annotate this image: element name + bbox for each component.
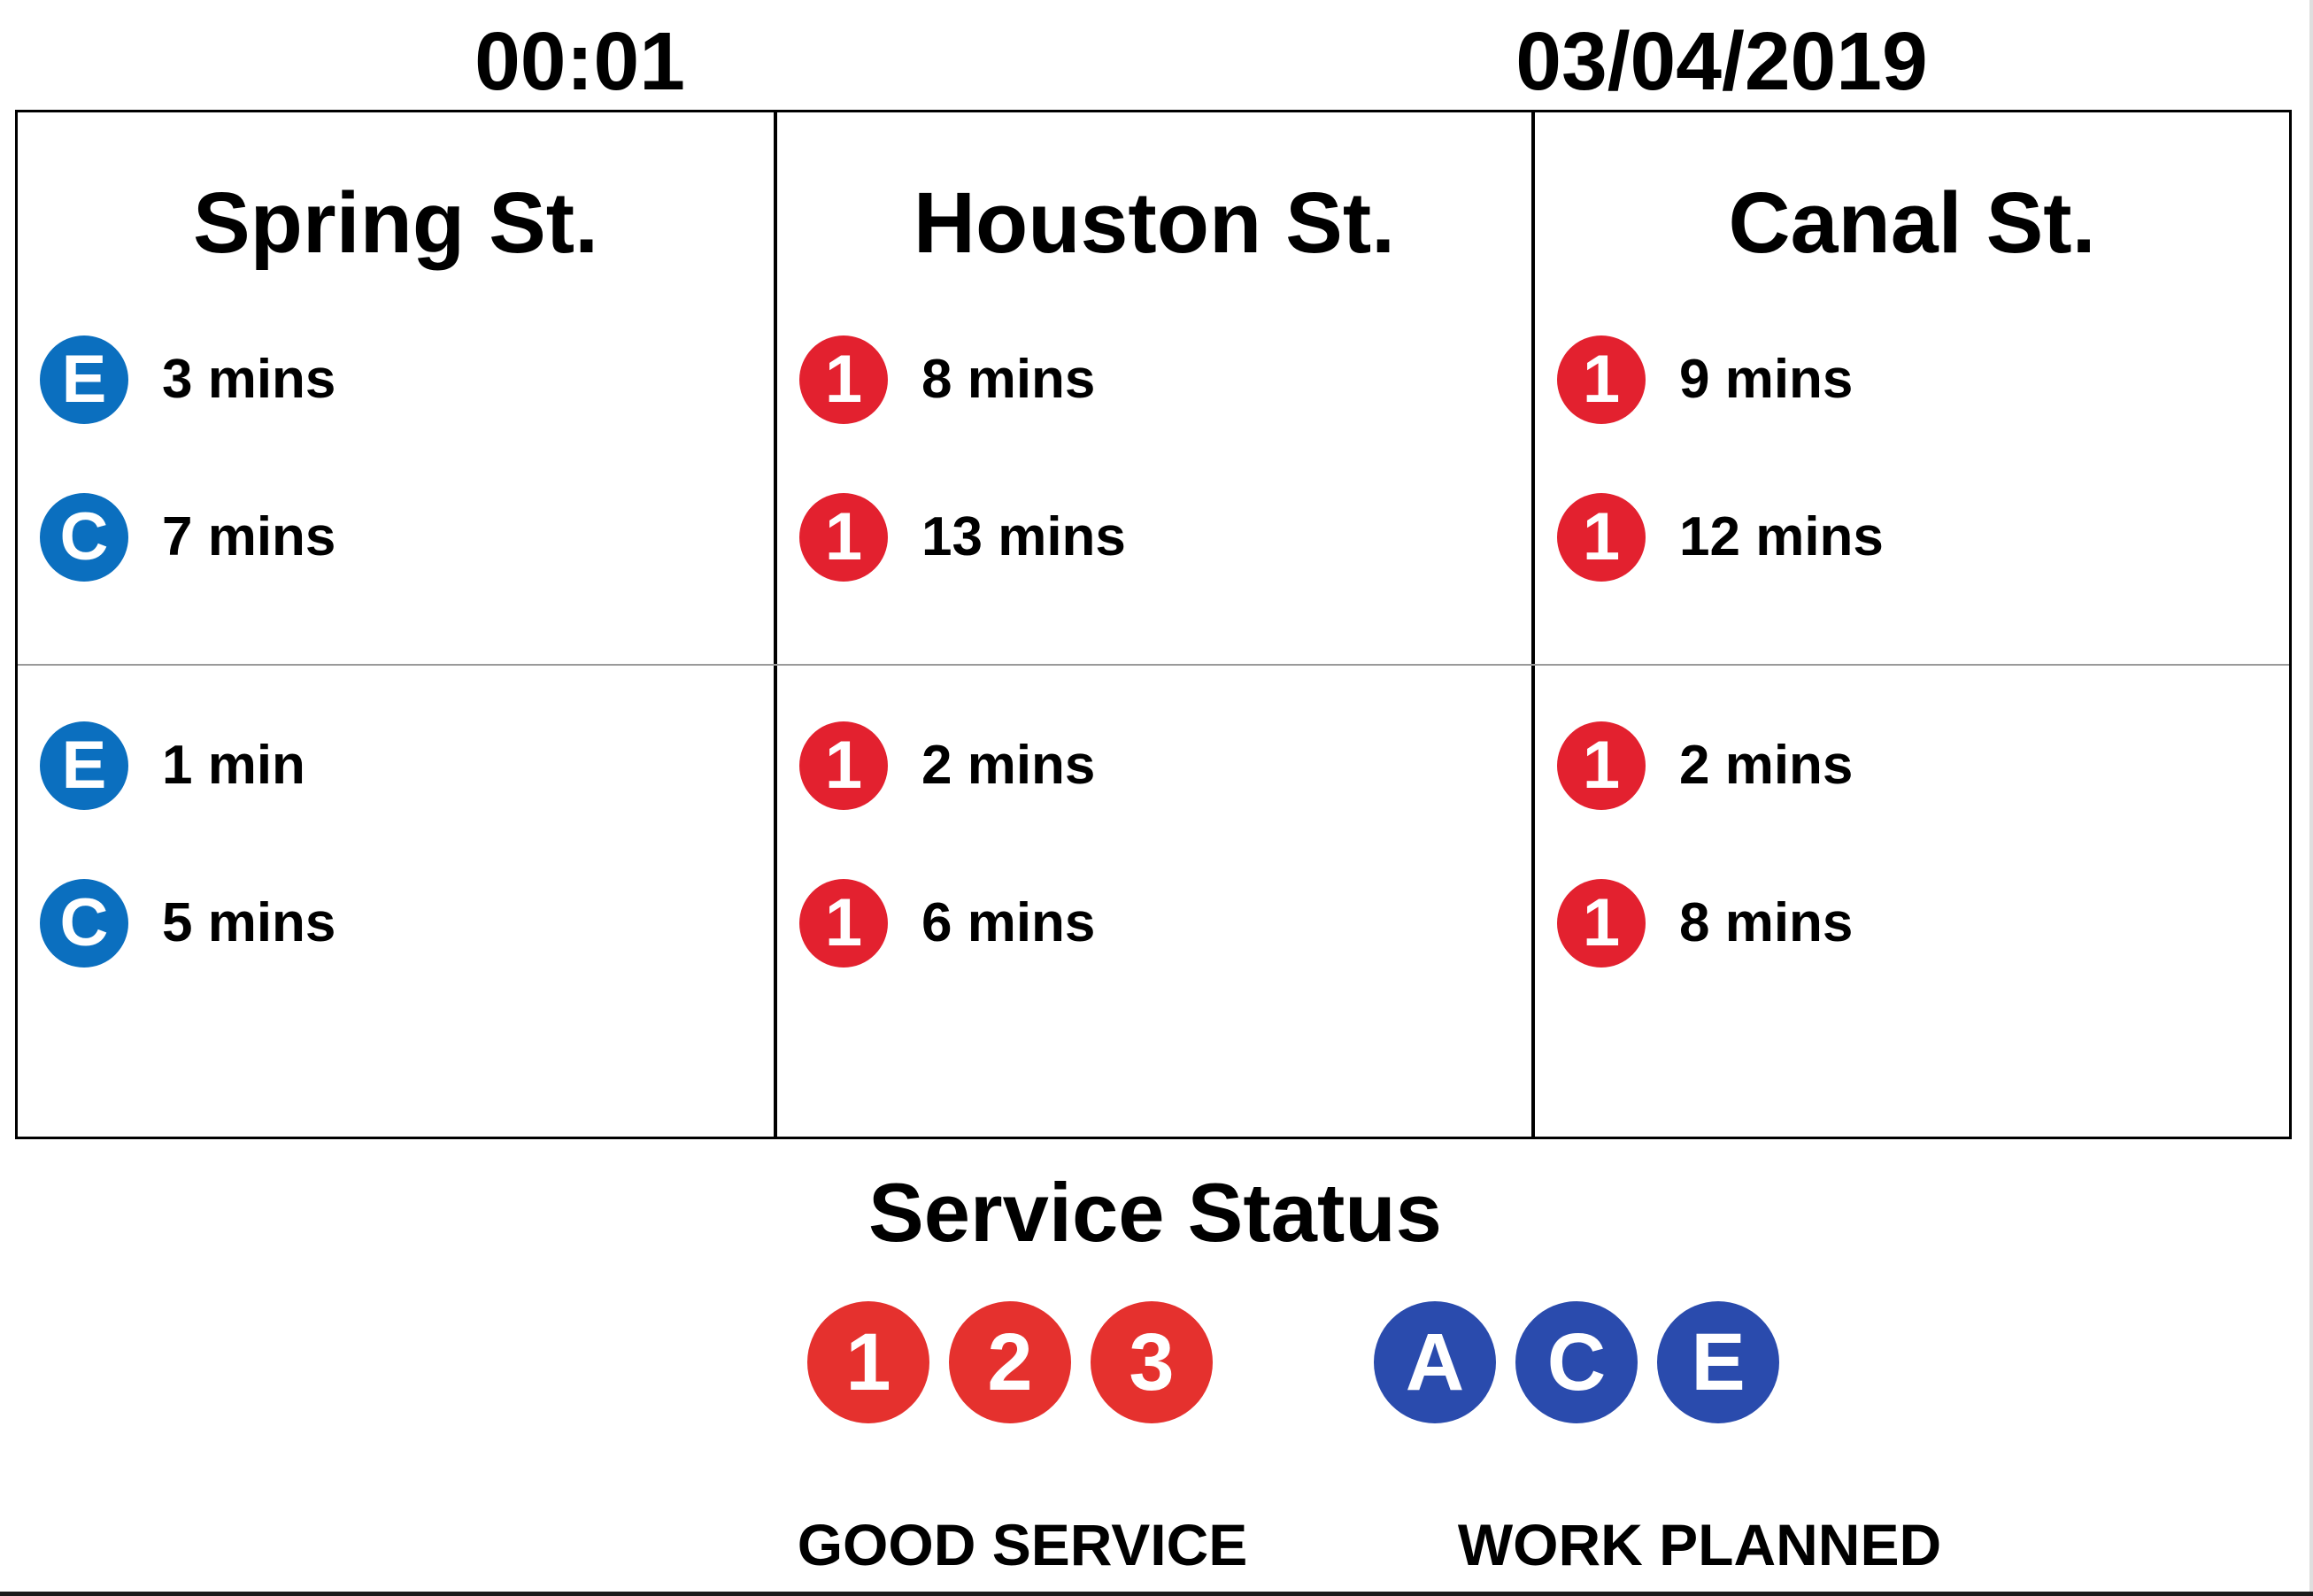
arrival-time: 2 mins bbox=[1679, 735, 1854, 796]
arrivals-board: Spring St. E 3 mins C 7 mins E 1 min C 5… bbox=[15, 110, 2292, 1139]
station-column-houston: Houston St. 1 8 mins 1 13 mins 1 2 mins … bbox=[777, 112, 1531, 1137]
1-train-bullet-icon: 1 bbox=[1557, 335, 1646, 424]
arrival-row: 1 8 mins bbox=[1557, 879, 1853, 968]
e-line-icon: E bbox=[1657, 1301, 1779, 1423]
arrival-time: 8 mins bbox=[921, 349, 1096, 410]
edge-rule bbox=[2309, 0, 2313, 1596]
3-line-icon: 3 bbox=[1091, 1301, 1213, 1423]
station-column-canal: Canal St. 1 9 mins 1 12 mins 1 2 mins 1 … bbox=[1535, 112, 2289, 1137]
status-group-ace: A C E bbox=[1374, 1301, 1799, 1425]
1-train-bullet-icon: 1 bbox=[799, 493, 888, 582]
1-train-bullet-icon: 1 bbox=[1557, 493, 1646, 582]
1-train-bullet-icon: 1 bbox=[799, 879, 888, 968]
station-name: Houston St. bbox=[913, 174, 1396, 271]
station-name: Spring St. bbox=[192, 174, 599, 271]
arrival-time: 5 mins bbox=[162, 892, 336, 953]
1-train-bullet-icon: 1 bbox=[1557, 879, 1646, 968]
status-label-123: GOOD SERVICE bbox=[797, 1512, 1248, 1577]
c-train-bullet-icon: C bbox=[40, 879, 128, 968]
e-train-bullet-icon: E bbox=[40, 721, 128, 810]
arrival-time: 3 mins bbox=[162, 349, 336, 410]
arrival-row: 1 12 mins bbox=[1557, 493, 1884, 582]
c-line-icon: C bbox=[1515, 1301, 1638, 1423]
service-status-title: Service Status bbox=[868, 1166, 1442, 1259]
status-group-123: 1 2 3 bbox=[807, 1301, 1232, 1425]
arrival-time: 2 mins bbox=[921, 735, 1096, 796]
arrival-row: C 5 mins bbox=[40, 879, 335, 968]
arrival-row: 1 9 mins bbox=[1557, 335, 1853, 424]
arrival-row: E 1 min bbox=[40, 721, 305, 810]
arrival-row: 1 2 mins bbox=[799, 721, 1095, 810]
station-column-spring: Spring St. E 3 mins C 7 mins E 1 min C 5… bbox=[18, 112, 774, 1137]
2-line-icon: 2 bbox=[949, 1301, 1071, 1423]
1-train-bullet-icon: 1 bbox=[1557, 721, 1646, 810]
arrival-time: 6 mins bbox=[921, 892, 1096, 953]
arrival-row: 1 2 mins bbox=[1557, 721, 1853, 810]
arrival-time: 8 mins bbox=[1679, 892, 1854, 953]
arrival-time: 7 mins bbox=[162, 506, 336, 567]
arrival-row: 1 13 mins bbox=[799, 493, 1126, 582]
arrival-time: 13 mins bbox=[921, 506, 1126, 567]
a-line-icon: A bbox=[1374, 1301, 1496, 1423]
1-train-bullet-icon: 1 bbox=[799, 721, 888, 810]
1-train-bullet-icon: 1 bbox=[799, 335, 888, 424]
arrival-row: C 7 mins bbox=[40, 493, 335, 582]
station-name: Canal St. bbox=[1728, 174, 2096, 271]
status-label-ace: WORK PLANNED bbox=[1457, 1512, 1942, 1577]
1-line-icon: 1 bbox=[807, 1301, 929, 1423]
arrival-time: 9 mins bbox=[1679, 349, 1854, 410]
c-train-bullet-icon: C bbox=[40, 493, 128, 582]
arrival-row: 1 6 mins bbox=[799, 879, 1095, 968]
bottom-rule bbox=[0, 1592, 2313, 1596]
current-date: 03/04/2019 bbox=[1515, 15, 1928, 107]
arrival-time: 1 min bbox=[162, 735, 305, 796]
arrival-row: E 3 mins bbox=[40, 335, 335, 424]
e-train-bullet-icon: E bbox=[40, 335, 128, 424]
arrival-time: 12 mins bbox=[1679, 506, 1884, 567]
arrival-row: 1 8 mins bbox=[799, 335, 1095, 424]
current-time: 00:01 bbox=[474, 15, 685, 107]
